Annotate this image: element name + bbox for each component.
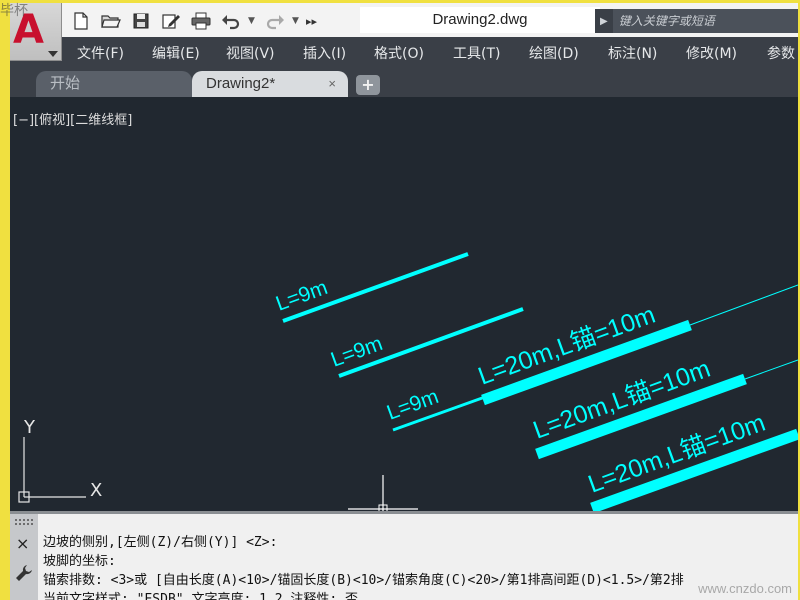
- save-as-button[interactable]: [158, 10, 184, 32]
- search-input[interactable]: [616, 13, 798, 29]
- chevron-right-icon[interactable]: ▶: [595, 9, 613, 33]
- menu-edit[interactable]: 编辑(E): [152, 43, 200, 63]
- command-history-line: 边坡的侧别,[左侧(Z)/右侧(Y)] <Z>:: [43, 535, 278, 550]
- search-box: ▶: [595, 9, 798, 33]
- command-line-handle[interactable]: ×: [10, 514, 38, 600]
- redo-dropdown-icon[interactable]: ▼: [292, 16, 302, 26]
- save-button[interactable]: [128, 10, 154, 32]
- free-length-line-1: [689, 284, 798, 326]
- ucs-x-label: X: [90, 480, 102, 501]
- tab-start[interactable]: 开始: [36, 71, 192, 97]
- tab-drawing2-label: Drawing2*: [206, 75, 276, 92]
- save-as-icon: [162, 14, 180, 29]
- label-short-1: L=9m: [273, 276, 331, 316]
- crosshair-cursor: [348, 475, 418, 511]
- redo-button[interactable]: [262, 10, 288, 32]
- command-history-line: 锚索排数: <3>或 [自由长度(A)<10>/锚固长度(B)<10>/锚索角度…: [43, 573, 684, 588]
- close-icon[interactable]: ×: [328, 71, 336, 97]
- open-icon: [101, 15, 121, 28]
- menu-bar: 文件(F) 编辑(E) 视图(V) 插入(I) 格式(O) 工具(T) 绘图(D…: [10, 37, 798, 67]
- wrench-icon[interactable]: [15, 564, 33, 582]
- menu-format[interactable]: 格式(O): [374, 43, 424, 63]
- open-button[interactable]: [98, 10, 124, 32]
- drawing-canvas[interactable]: L=9m L=9m L=9m L=20m,L锚=10m L=20m,L锚=10m…: [10, 97, 798, 511]
- menu-modify[interactable]: 修改(M): [686, 43, 737, 63]
- command-history-line: 坡脚的坐标:: [43, 554, 116, 569]
- plot-button[interactable]: [188, 10, 214, 32]
- tab-start-label: 开始: [50, 75, 81, 92]
- menu-insert[interactable]: 插入(I): [303, 43, 346, 63]
- undo-button[interactable]: [218, 10, 244, 32]
- ucs-y-label: Y: [23, 417, 36, 438]
- menu-tools[interactable]: 工具(T): [453, 43, 500, 63]
- label-short-3: L=9m: [384, 385, 442, 425]
- undo-dropdown-icon[interactable]: ▼: [248, 16, 258, 26]
- menu-dimension[interactable]: 标注(N): [608, 43, 657, 63]
- viewport-controls[interactable]: [−][俯视][二维线框]: [13, 109, 132, 128]
- menu-draw[interactable]: 绘图(D): [529, 43, 579, 63]
- free-length-line-2: [744, 359, 798, 380]
- quick-access-toolbar: ▼ ▼ ▸▸: [68, 9, 320, 33]
- menu-parametric[interactable]: 参数: [767, 43, 795, 63]
- undo-icon: [222, 15, 240, 30]
- chevron-down-icon: [48, 51, 58, 57]
- overflow-icon[interactable]: ▸▸: [306, 15, 317, 28]
- save-icon: [133, 13, 149, 29]
- watermark: www.cnzdo.com: [698, 581, 792, 596]
- document-title: Drawing2.dwg: [360, 7, 600, 33]
- command-history-line: 当前文字样式: "ESDB" 文字高度: 1.2 注释性: 否: [43, 592, 359, 600]
- new-button[interactable]: [68, 10, 94, 32]
- tab-drawing2[interactable]: Drawing2* ×: [192, 71, 348, 97]
- menu-file[interactable]: 文件(F): [77, 43, 124, 63]
- new-tab-button[interactable]: +: [356, 75, 380, 95]
- corner-watermark: 毕杯: [0, 3, 28, 19]
- label-short-2: L=9m: [328, 332, 386, 372]
- redo-icon: [266, 15, 284, 30]
- title-bar: A ▼ ▼ ▸▸ Drawing2.dwg ▶ 键入关键字或短语: [10, 3, 798, 61]
- close-icon[interactable]: ×: [16, 534, 29, 553]
- ucs-icon: Y X: [18, 417, 102, 503]
- drawing-svg: L=9m L=9m L=9m L=20m,L锚=10m L=20m,L锚=10m…: [18, 252, 798, 511]
- autocad-window: A ▼ ▼ ▸▸ Drawing2.dwg ▶ 键入关键字或短语 文件(F) 编…: [10, 3, 798, 600]
- file-tab-bar: 开始 Drawing2* × +: [10, 67, 798, 97]
- command-line-window: × 边坡的侧别,[左侧(Z)/右侧(Y)] <Z>: 坡脚的坐标: 锚索排数: …: [10, 511, 798, 600]
- grip-icon[interactable]: [14, 518, 34, 526]
- plot-icon: [191, 12, 211, 30]
- new-icon: [74, 12, 88, 30]
- menu-view[interactable]: 视图(V): [226, 43, 275, 63]
